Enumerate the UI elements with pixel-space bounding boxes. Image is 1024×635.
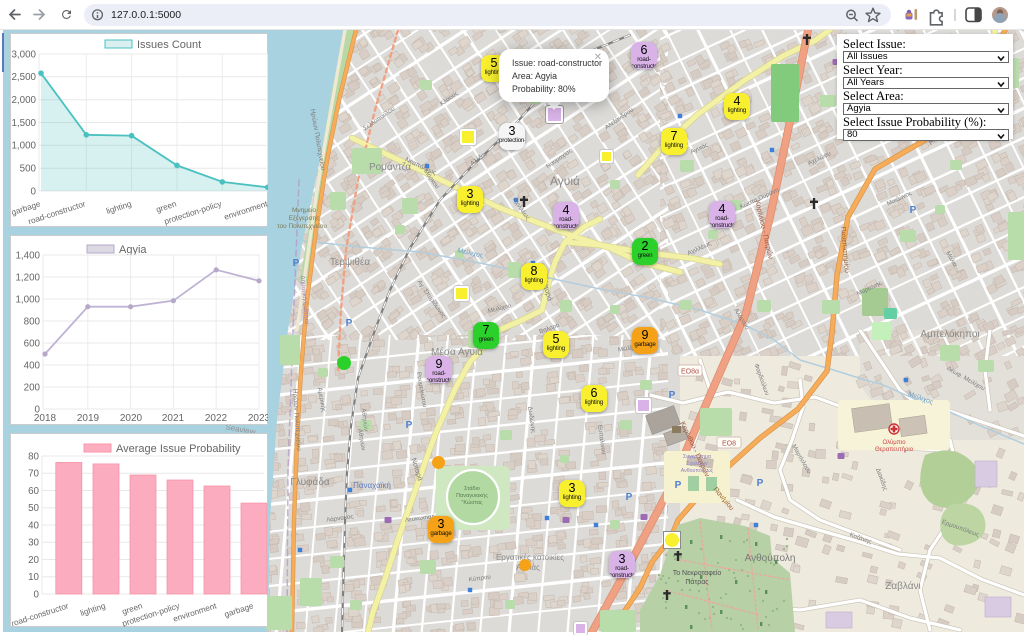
svg-text:30: 30	[28, 538, 39, 549]
svg-text:400: 400	[24, 360, 41, 371]
svg-text:Αγυιά: Αγυιά	[550, 174, 580, 188]
svg-text:10: 10	[28, 572, 39, 583]
svg-text:80: 80	[28, 451, 39, 462]
svg-text:1,500: 1,500	[12, 118, 37, 129]
svg-text:Μνημείο: Μνημείο	[292, 206, 316, 214]
svg-text:2020: 2020	[120, 413, 143, 424]
svg-text:road-constructor: road-constructor	[12, 601, 70, 627]
svg-text:Τερψιθέα: Τερψιθέα	[330, 256, 371, 268]
svg-text:500: 500	[20, 164, 37, 175]
svg-text:ΕΟ8α: ΕΟ8α	[681, 369, 699, 376]
svg-text:3,000: 3,000	[12, 49, 37, 60]
svg-text:1,000: 1,000	[12, 141, 37, 152]
svg-text:P: P	[675, 480, 682, 491]
svg-text:70: 70	[28, 469, 39, 480]
svg-text:Αμπελόκηποι: Αμπελόκηποι	[920, 328, 979, 340]
svg-text:Agyia: Agyia	[119, 244, 147, 256]
svg-text:"Κώστας: "Κώστας	[461, 499, 483, 506]
svg-text:Παναχαϊκή: Παναχαϊκή	[353, 481, 391, 490]
svg-text:P: P	[910, 205, 917, 216]
svg-text:lighting: lighting	[105, 199, 133, 216]
svg-text:0: 0	[31, 186, 37, 197]
svg-text:Εξέγερσης: Εξέγερσης	[289, 214, 320, 222]
svg-text:garbage: garbage	[223, 601, 255, 619]
svg-text:200: 200	[24, 382, 41, 393]
svg-text:2021: 2021	[162, 413, 185, 424]
svg-text:2018: 2018	[34, 413, 57, 424]
svg-text:2023: 2023	[248, 413, 268, 424]
svg-text:green: green	[155, 199, 178, 214]
svg-text:P: P	[293, 258, 300, 269]
svg-text:2022: 2022	[205, 413, 228, 424]
svg-text:P: P	[406, 420, 413, 431]
svg-text:P: P	[346, 318, 353, 329]
svg-text:lighting: lighting	[79, 601, 107, 618]
svg-text:Γλυφάδα: Γλυφάδα	[290, 476, 330, 488]
svg-text:P: P	[757, 478, 764, 489]
svg-text:Average Issue Probability: Average Issue Probability	[116, 443, 241, 455]
svg-text:0: 0	[34, 589, 40, 600]
svg-text:1,200: 1,200	[15, 272, 40, 283]
svg-text:Το Νεκροταφείο: Το Νεκροταφείο	[673, 569, 722, 577]
svg-text:2,500: 2,500	[12, 72, 37, 83]
svg-text:60: 60	[28, 486, 39, 497]
svg-text:Ζαβλάνι: Ζαβλάνι	[885, 580, 921, 592]
svg-text:P: P	[669, 390, 676, 401]
svg-text:40: 40	[28, 520, 39, 531]
svg-text:του Πολυτεχνείου: του Πολυτεχνείου	[277, 222, 327, 230]
svg-text:Θεραπευτήριο: Θεραπευτήριο	[875, 446, 914, 453]
svg-text:600: 600	[24, 338, 41, 349]
svg-text:P: P	[626, 492, 633, 503]
svg-text:Ολύμπιο: Ολύμπιο	[882, 440, 906, 446]
svg-text:ΕΟ8: ΕΟ8	[722, 441, 736, 448]
svg-text:environment: environment	[223, 199, 268, 222]
svg-text:Ανθούπολη: Ανθούπολη	[745, 552, 796, 564]
svg-text:environment: environment	[172, 601, 218, 624]
svg-text:50: 50	[28, 503, 39, 514]
svg-text:2,000: 2,000	[12, 95, 37, 106]
svg-text:Στάδιο: Στάδιο	[464, 485, 480, 492]
svg-text:Issues Count: Issues Count	[137, 39, 201, 51]
svg-text:1,000: 1,000	[15, 294, 40, 305]
svg-text:Πάτρας: Πάτρας	[685, 578, 709, 586]
svg-text:2019: 2019	[77, 413, 100, 424]
svg-text:20: 20	[28, 555, 39, 566]
svg-text:Εργατικές κατοικίες: Εργατικές κατοικίες	[496, 553, 564, 562]
svg-text:800: 800	[24, 316, 41, 327]
svg-text:1,400: 1,400	[15, 250, 40, 261]
svg-text:Παναγυιακής: Παναγυιακής	[456, 492, 488, 499]
